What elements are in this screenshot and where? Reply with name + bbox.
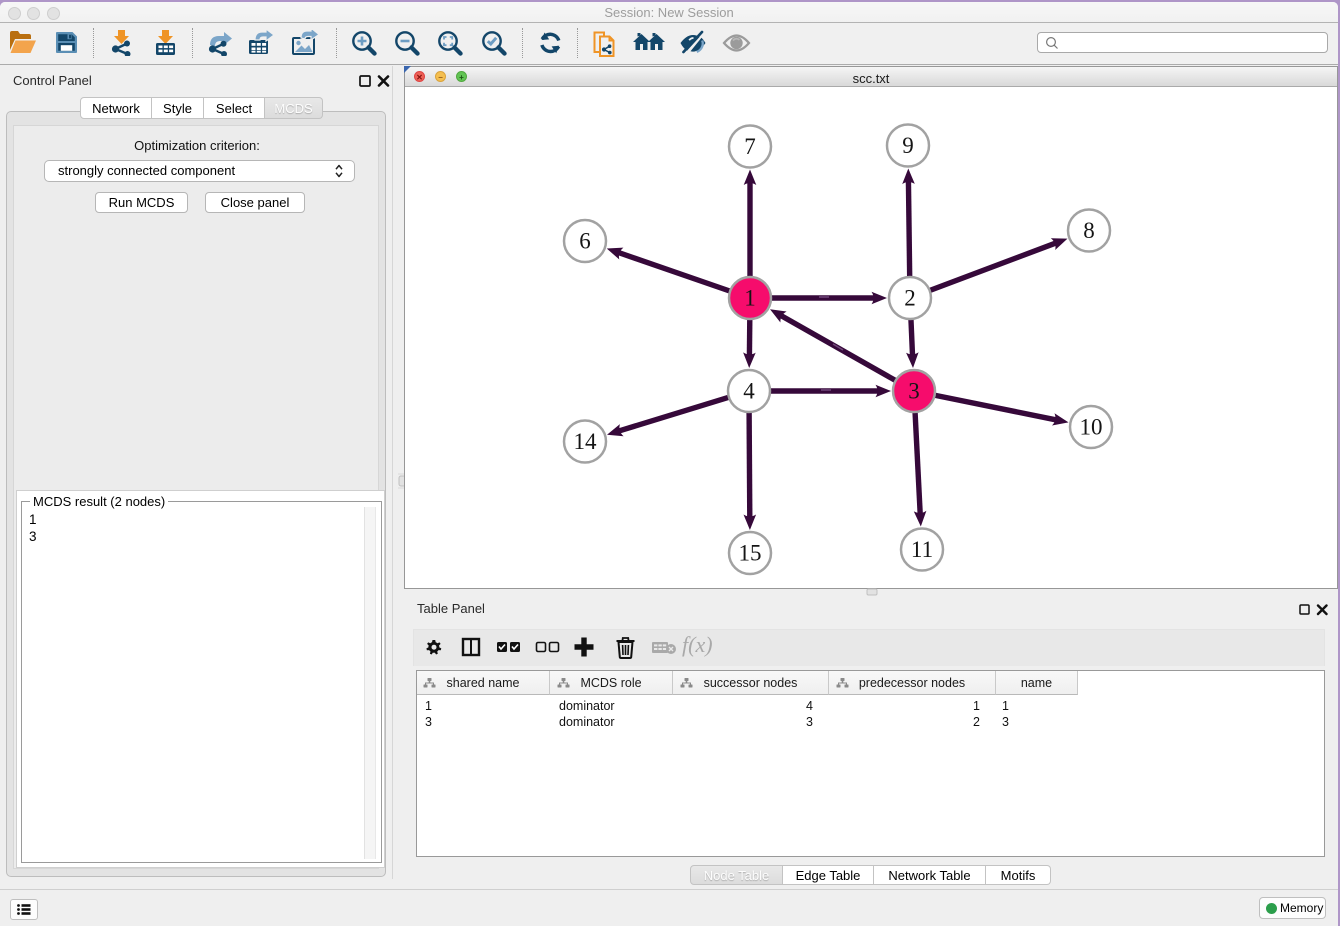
svg-text:3: 3 xyxy=(908,379,920,404)
svg-text:7: 7 xyxy=(744,134,756,159)
svg-text:11: 11 xyxy=(911,537,933,562)
svg-text:15: 15 xyxy=(739,541,762,566)
svg-text:14: 14 xyxy=(574,429,598,454)
svg-text:8: 8 xyxy=(1083,218,1095,243)
svg-text:10: 10 xyxy=(1080,415,1103,440)
svg-text:6: 6 xyxy=(579,229,591,254)
svg-text:1: 1 xyxy=(744,286,756,311)
svg-text:4: 4 xyxy=(743,379,755,404)
svg-text:2: 2 xyxy=(904,286,916,311)
svg-text:9: 9 xyxy=(902,133,914,158)
